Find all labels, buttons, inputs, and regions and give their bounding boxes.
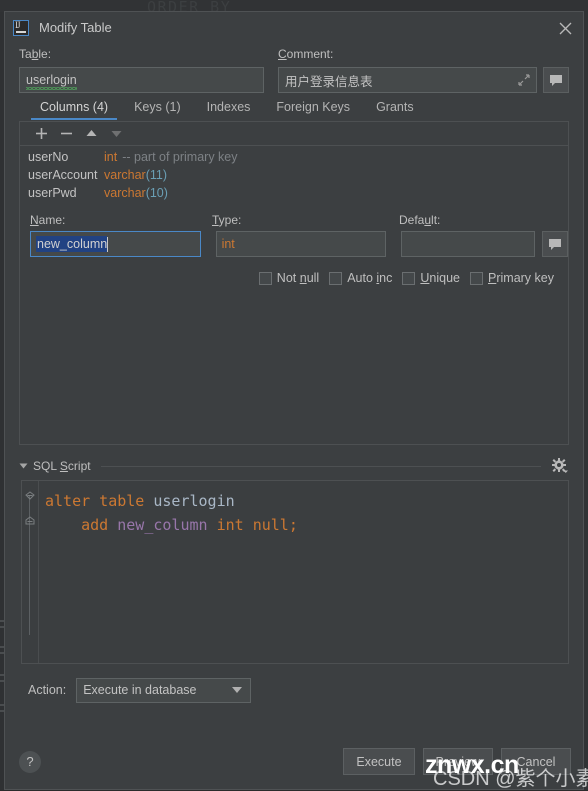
comment-label: Comment:	[278, 47, 334, 61]
sql-keyword-add: add	[81, 516, 118, 534]
column-name-input[interactable]: new_column	[30, 231, 201, 257]
comment-bubble-icon[interactable]	[542, 231, 569, 257]
name-label: Name:	[30, 213, 66, 227]
arrow-down-icon	[104, 123, 129, 144]
action-select-value: Execute in database	[83, 683, 197, 697]
tab-columns[interactable]: Columns (4)	[27, 100, 121, 120]
tab-grants[interactable]: Grants	[363, 100, 427, 120]
column-name: userPwd	[28, 186, 77, 200]
column-type: int	[104, 150, 118, 164]
cancel-button[interactable]: Cancel	[501, 748, 571, 775]
dialog-button-bar: ? Execute Preview Cancel	[5, 748, 583, 775]
columns-panel: userNo int -- part of primary key userAc…	[19, 121, 569, 445]
not-null-label: Not null	[276, 271, 320, 285]
gear-icon[interactable]	[551, 457, 569, 475]
table-comment-form: Table: userlogin Comment: 用户登录信息表	[5, 43, 583, 93]
sql-type-null: int null;	[207, 516, 298, 534]
tab-indexes[interactable]: Indexes	[194, 100, 264, 120]
unique-label: Unique	[420, 271, 460, 285]
table-field-group: Table: userlogin	[19, 47, 264, 93]
sql-column-identifier: new_column	[117, 516, 208, 534]
execute-button[interactable]: Execute	[343, 748, 415, 775]
default-label: Default:	[399, 213, 441, 227]
column-type: varchar	[104, 186, 146, 200]
intellij-idea-icon	[13, 19, 29, 36]
checkbox-box	[402, 271, 416, 285]
fold-marker-icon[interactable]	[25, 515, 35, 525]
column-type: varchar	[104, 168, 146, 182]
column-type-input[interactable]: int	[215, 231, 387, 257]
tab-keys[interactable]: Keys (1)	[121, 100, 194, 120]
chevron-down-icon	[232, 687, 243, 693]
column-default-input[interactable]	[401, 231, 536, 257]
checkbox-box	[470, 271, 483, 285]
columns-toolbar	[20, 122, 568, 146]
preview-button[interactable]: Preview	[422, 748, 493, 775]
column-flags: Not null Auto inc Unique Primary key	[20, 257, 568, 285]
minus-icon[interactable]	[54, 123, 79, 144]
action-row: Action: Execute in database	[5, 664, 583, 704]
editor-gutter	[22, 481, 39, 663]
action-label: Action:	[28, 683, 67, 697]
tab-foreign-keys[interactable]: Foreign Keys	[263, 100, 363, 120]
comment-value: 用户登录信息表	[285, 74, 373, 89]
column-length: (10)	[145, 186, 168, 200]
sql-script-header: SQL Script	[5, 445, 583, 478]
close-icon[interactable]	[555, 18, 575, 38]
dialog-titlebar: Modify Table	[5, 12, 583, 43]
arrow-up-icon[interactable]	[79, 123, 104, 144]
checkbox-box	[258, 271, 272, 285]
table-row[interactable]: userAccount varchar (11)	[20, 168, 568, 186]
not-null-checkbox[interactable]: Not null	[258, 271, 320, 285]
table-row[interactable]: userPwd varchar (10)	[20, 186, 568, 204]
sql-script-title: SQL Script	[33, 459, 91, 473]
table-label: Table:	[19, 47, 52, 61]
table-name-input[interactable]: userlogin	[19, 67, 264, 93]
auto-inc-label: Auto inc	[347, 271, 393, 285]
column-name: userAccount	[28, 168, 98, 182]
sql-table-identifier: userlogin	[153, 492, 235, 510]
column-type-value: int	[221, 237, 235, 251]
comment-field-group: Comment: 用户登录信息表	[278, 47, 569, 93]
column-note: -- part of primary key	[122, 150, 238, 164]
triangle-down-icon[interactable]	[19, 463, 28, 469]
sql-script-editor[interactable]: alter table userlogin add new_column int…	[21, 480, 569, 664]
help-button[interactable]: ?	[19, 750, 41, 773]
unique-checkbox[interactable]: Unique	[402, 271, 460, 285]
sql-indent	[45, 516, 81, 534]
object-tabs: Columns (4) Keys (1) Indexes Foreign Key…	[5, 93, 583, 120]
primary-key-label: Primary key	[488, 271, 554, 285]
sql-code: alter table userlogin add new_column int…	[39, 481, 568, 663]
plus-icon[interactable]	[29, 123, 54, 144]
comment-input[interactable]: 用户登录信息表	[278, 67, 537, 93]
comment-bubble-icon[interactable]	[543, 67, 569, 93]
table-row[interactable]: userNo int -- part of primary key	[20, 150, 568, 168]
header-divider	[100, 465, 541, 467]
sql-keyword-alter: alter table	[45, 492, 154, 510]
fold-marker-icon[interactable]	[25, 490, 35, 500]
expand-diagonal-icon[interactable]	[518, 74, 530, 86]
column-length: (11)	[145, 168, 167, 182]
primary-key-checkbox[interactable]: Primary key	[470, 271, 554, 285]
modify-table-dialog: Modify Table Table: userlogin Comment: 用…	[4, 11, 584, 790]
column-editor-form: Name: Type: Default: new_column int Not …	[20, 204, 569, 285]
checkbox-box	[329, 271, 343, 285]
columns-list: userNo int -- part of primary key userAc…	[20, 146, 568, 204]
dialog-title: Modify Table	[39, 20, 112, 35]
table-name-value: userlogin	[26, 73, 77, 90]
action-select[interactable]: Execute in database	[76, 677, 252, 703]
type-label: Type:	[212, 213, 242, 227]
column-name-value: new_column	[36, 236, 108, 252]
auto-inc-checkbox[interactable]: Auto inc	[329, 271, 392, 285]
column-name: userNo	[28, 150, 69, 164]
